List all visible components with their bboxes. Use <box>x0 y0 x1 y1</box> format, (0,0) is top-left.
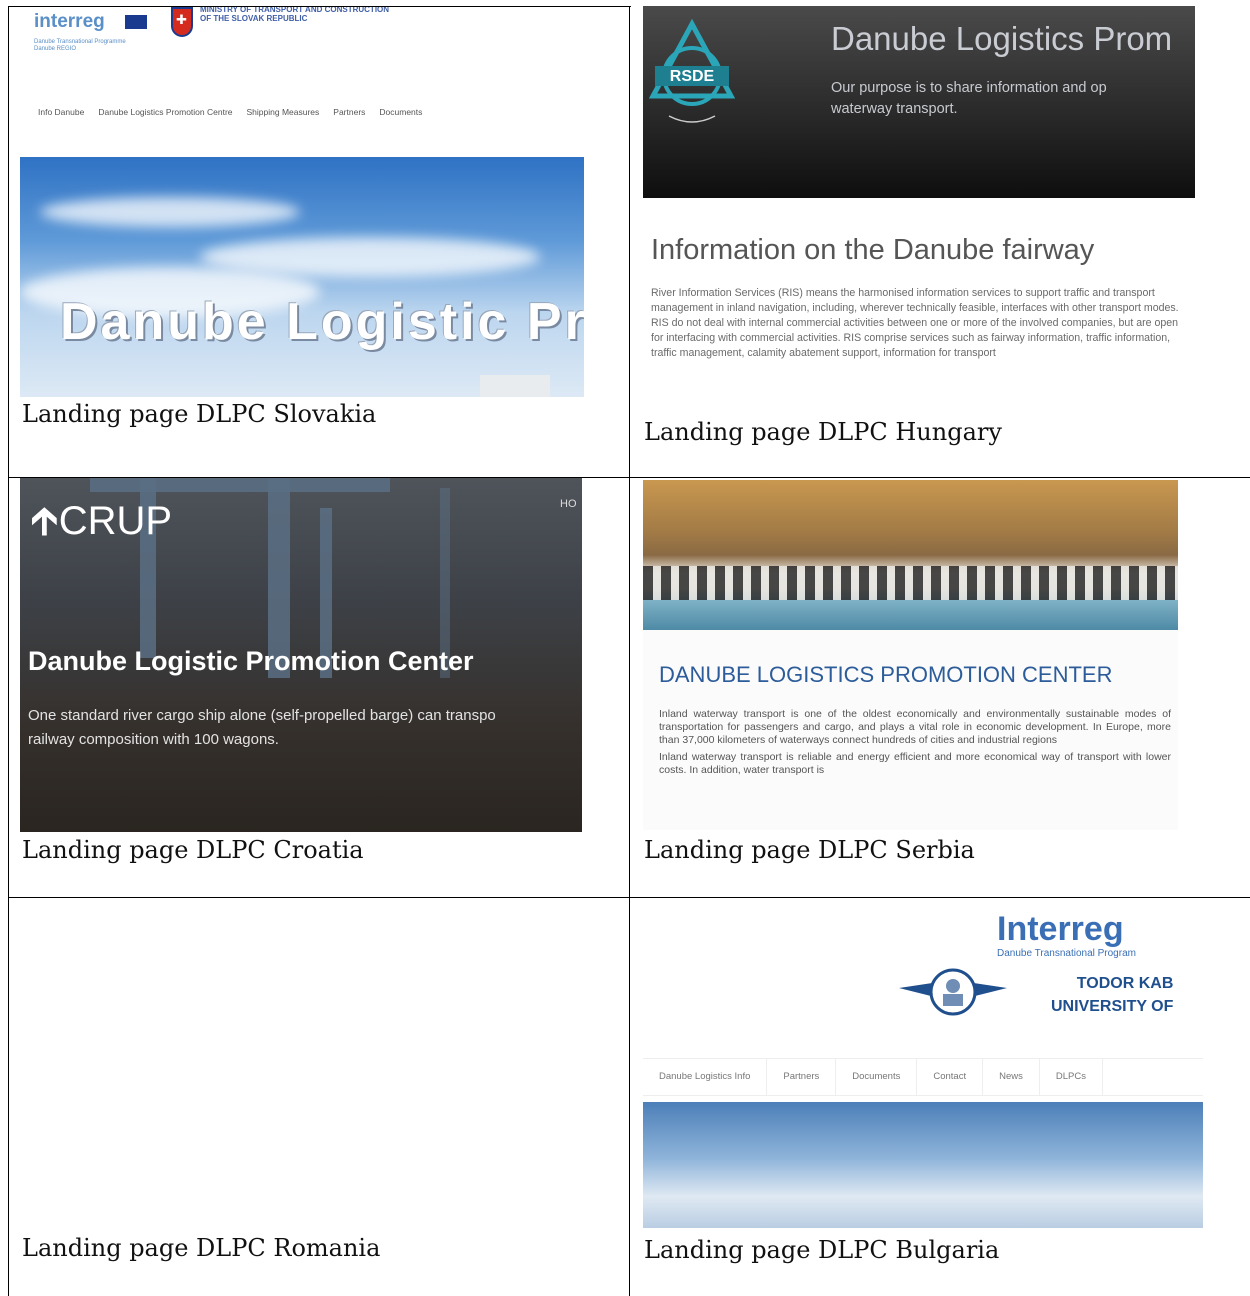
nav-partners[interactable]: Partners <box>333 107 365 117</box>
nav-contact[interactable]: Contact <box>917 1059 984 1095</box>
caption-slovakia: Landing page DLPC Slovakia <box>22 400 377 428</box>
bulgaria-nav: Danube Logistics Info Partners Documents… <box>643 1058 1203 1096</box>
interreg-logo-subtitle: Danube Transnational Program <box>997 948 1136 959</box>
hungary-body-text: River Information Services (RIS) means t… <box>651 287 1179 359</box>
university-name-line-1: TODOR KAB <box>1076 975 1174 992</box>
slovakia-screenshot: interreg Danube Transnational Programme … <box>20 7 584 397</box>
banner-subtitle-line-2: waterway transport. <box>831 101 958 117</box>
nav-documents[interactable]: Documents <box>379 107 422 117</box>
slovak-crest-icon <box>171 7 193 37</box>
nav-partners[interactable]: Partners <box>767 1059 837 1095</box>
cloud-shape <box>40 197 300 227</box>
interreg-logo: Interreg <box>997 910 1124 948</box>
serbia-paragraph-1: Inland waterway transport is one of the … <box>659 708 1171 746</box>
caption-serbia: Landing page DLPC Serbia <box>644 836 975 864</box>
hungary-screenshot: RSDE Danube Logistics Prom Our purpose i… <box>643 6 1195 416</box>
nav-danube-logistics-info[interactable]: Danube Logistics Info <box>643 1059 768 1095</box>
serbia-hero-image <box>643 480 1178 630</box>
caption-bulgaria: Landing page DLPC Bulgaria <box>644 1236 1000 1264</box>
table-border-left <box>8 6 9 1296</box>
interreg-logo: interreg <box>34 11 105 32</box>
slovakia-nav: Info Danube Danube Logistics Promotion C… <box>38 107 422 117</box>
serbia-paragraph-2: Inland waterway transport is reliable an… <box>659 751 1171 776</box>
building-shape <box>480 375 550 397</box>
croatia-text-line-1: One standard river cargo ship alone (sel… <box>28 707 496 724</box>
nav-news[interactable]: News <box>983 1059 1040 1095</box>
hungary-heading: Information on the Danube fairway <box>651 234 1095 266</box>
crup-logo-text: CRUP <box>58 499 173 543</box>
caption-croatia: Landing page DLPC Croatia <box>22 836 364 864</box>
serbia-body-text: Inland waterway transport is one of the … <box>659 708 1171 781</box>
slovakia-hero-image: Danube Logistic Pro <box>20 157 584 397</box>
river-ship-shape <box>643 566 1178 600</box>
banner-subtitle-line-1: Our purpose is to share information and … <box>831 80 1107 96</box>
nav-dlpc[interactable]: Danube Logistics Promotion Centre <box>98 107 232 117</box>
hungary-banner: RSDE Danube Logistics Prom Our purpose i… <box>643 6 1195 198</box>
hungary-banner-title: Danube Logistics Prom <box>831 20 1173 57</box>
nav-dlpcs[interactable]: DLPCs <box>1040 1059 1103 1095</box>
croatia-nav-fragment[interactable]: HO <box>560 498 577 510</box>
nav-documents[interactable]: Documents <box>836 1059 918 1095</box>
serbia-screenshot: DANUBE LOGISTICS PROMOTION CENTER Inland… <box>643 480 1178 830</box>
crane-shape <box>90 478 390 492</box>
interreg-logo-subtitle: Danube Transnational Programme Danube RE… <box>34 39 126 52</box>
ministry-name: MINISTRY OF TRANSPORT AND CONSTRUCTION O… <box>200 7 390 23</box>
croatia-screenshot: 🡱CRUP HO Danube Logistic Promotion Cente… <box>20 478 582 832</box>
university-name: TODOR KAB UNIVERSITY OF <box>1051 972 1173 1018</box>
caption-hungary: Landing page DLPC Hungary <box>644 418 1002 446</box>
crup-logo: 🡱CRUP <box>30 492 172 560</box>
bulgaria-hero-image <box>643 1102 1203 1228</box>
university-name-line-2: UNIVERSITY OF <box>1051 998 1174 1015</box>
university-emblem-icon <box>899 968 1007 1016</box>
croatia-hero-title: Danube Logistic Promotion Center <box>28 646 474 676</box>
hungary-banner-subtitle: Our purpose is to share information and … <box>831 78 1107 120</box>
slovakia-hero-title: Danube Logistic Pro <box>60 293 584 351</box>
serbia-title: DANUBE LOGISTICS PROMOTION CENTER <box>659 662 1113 687</box>
croatia-text-line-2: railway composition with 100 wagons. <box>28 731 279 748</box>
caption-romania: Landing page DLPC Romania <box>22 1234 381 1262</box>
eu-flag-icon <box>125 15 147 29</box>
nav-info-danube[interactable]: Info Danube <box>38 107 84 117</box>
rsde-emblem-text: RSDE <box>670 68 715 85</box>
nav-shipping-measures[interactable]: Shipping Measures <box>247 107 320 117</box>
bulgaria-screenshot: Interreg Danube Transnational Program TO… <box>643 898 1203 1228</box>
rsde-emblem-icon: RSDE <box>649 18 735 123</box>
arrow-up-icon: 🡱 <box>30 499 59 543</box>
croatia-hero-text: One standard river cargo ship alone (sel… <box>28 704 582 752</box>
table-column-divider <box>629 6 630 1296</box>
slovakia-header: interreg Danube Transnational Programme … <box>20 7 584 135</box>
